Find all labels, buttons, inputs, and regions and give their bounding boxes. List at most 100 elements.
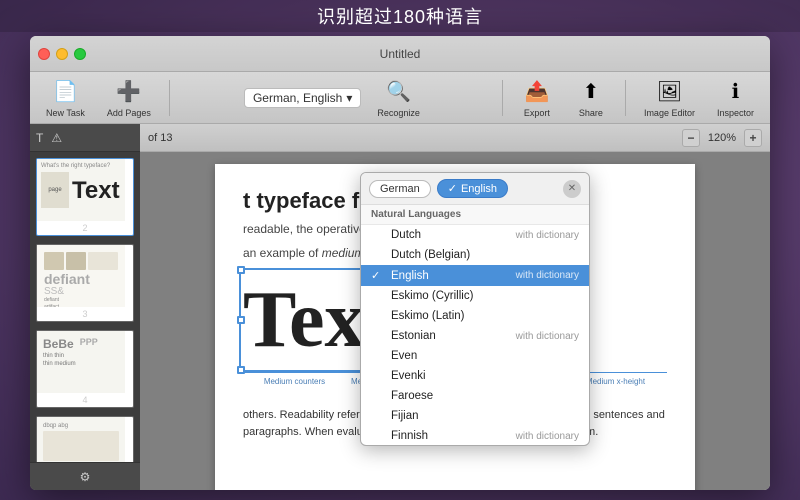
english-dict: with dictionary [516, 270, 579, 281]
sidebar-toolbar: T ⚠ [30, 124, 140, 152]
recognize-icon: 🔍 [385, 78, 413, 106]
lang-estonian[interactable]: Estonian with dictionary [361, 326, 589, 346]
sidebar-text-icon[interactable]: T [36, 131, 43, 145]
english-label: English [391, 270, 510, 282]
sidebar: T ⚠ What's the right typeface? page [30, 124, 140, 490]
image-editor-icon: 🖼 [655, 78, 683, 106]
lang-english[interactable]: ✓ English with dictionary [361, 265, 589, 286]
lang-dutch-belgian[interactable]: Dutch (Belgian) [361, 245, 589, 265]
sidebar-pages: What's the right typeface? page Text [30, 152, 140, 462]
add-pages-label: Add Pages [107, 108, 151, 118]
finnish-label: Finnish [391, 430, 510, 442]
titlebar: Untitled [30, 36, 770, 72]
zoom-controls: − 120% + [682, 129, 762, 147]
toolbar-center: German, English ▾ 🔍 Recognize [180, 74, 492, 122]
lang-fijian[interactable]: Fijian [361, 406, 589, 426]
english-pill[interactable]: ✓ English [437, 179, 508, 198]
toolbar-separator-2 [502, 80, 503, 116]
lang-finnish[interactable]: Finnish with dictionary [361, 426, 589, 445]
dutch-belgian-label: Dutch (Belgian) [391, 249, 573, 261]
sidebar-page-1[interactable]: What's the right typeface? page Text [36, 158, 134, 236]
image-editor-button[interactable]: 🖼 Image Editor [636, 74, 703, 122]
faroese-label: Faroese [391, 390, 573, 402]
page-thumb-1: What's the right typeface? page Text [37, 159, 125, 221]
page-thumb-3: BeBe PPP thin thinthin medium [37, 331, 125, 393]
english-check: ✓ [371, 269, 385, 282]
eskimo-cyrillic-label: Eskimo (Cyrillic) [391, 290, 573, 302]
inspector-button[interactable]: ℹ Inspector [709, 74, 762, 122]
evenki-label: Evenki [391, 370, 573, 382]
sidebar-settings-icon[interactable]: ⚙ [80, 470, 91, 484]
sidebar-image-icon[interactable]: ⚠ [51, 131, 62, 145]
sidebar-page-4[interactable]: dbqp abg [36, 416, 134, 462]
even-label: Even [391, 350, 573, 362]
image-editor-label: Image Editor [644, 108, 695, 118]
sidebar-page-2[interactable]: defiant SS& defiantartifact 3 [36, 244, 134, 322]
dropdown-close-button[interactable]: ✕ [563, 180, 581, 198]
maximize-button[interactable] [74, 48, 86, 60]
recognize-button[interactable]: 🔍 Recognize [369, 74, 428, 122]
share-label: Share [579, 108, 603, 118]
banner-text: 识别超过180种语言 [317, 3, 483, 29]
add-pages-button[interactable]: ➕ Add Pages [99, 74, 159, 122]
dutch-dict: with dictionary [516, 230, 579, 241]
sidebar-page-3[interactable]: BeBe PPP thin thinthin medium 4 [36, 330, 134, 408]
app-window: Untitled 📄 New Task ➕ Add Pages German, … [30, 36, 770, 490]
toolbar-separator-1 [169, 80, 170, 116]
dropdown-list: Dutch with dictionary Dutch (Belgian) ✓ … [361, 225, 589, 445]
new-task-icon: 📄 [51, 78, 79, 106]
sidebar-bottom: ⚙ [30, 462, 140, 490]
language-select-value: German, English [253, 91, 342, 105]
lang-dutch[interactable]: Dutch with dictionary [361, 225, 589, 245]
handle-tl[interactable] [237, 266, 245, 274]
toolbar-right: 📤 Export ⬆ Share 🖼 Image Editor ℹ Inspec… [498, 74, 762, 122]
german-pill[interactable]: German [369, 180, 431, 198]
recognize-label: Recognize [377, 108, 420, 118]
doc-toolbar: of 13 − 120% + [140, 124, 770, 152]
zoom-out-button[interactable]: − [682, 129, 700, 147]
lang-eskimo-latin[interactable]: Eskimo (Latin) [361, 306, 589, 326]
page-indicator: of 13 [148, 132, 172, 144]
german-pill-label: German [380, 183, 420, 195]
export-label: Export [524, 108, 550, 118]
language-select-arrow: ▾ [346, 91, 352, 105]
page-thumb-2: defiant SS& defiantartifact [37, 245, 125, 307]
dutch-label: Dutch [391, 229, 510, 241]
window-title: Untitled [380, 47, 421, 61]
traffic-lights [38, 48, 86, 60]
minimize-button[interactable] [56, 48, 68, 60]
english-pill-label: English [461, 183, 497, 195]
lang-even[interactable]: Even [361, 346, 589, 366]
eskimo-latin-label: Eskimo (Latin) [391, 310, 573, 322]
top-banner: 识别超过180种语言 [0, 0, 800, 32]
export-icon: 📤 [523, 78, 551, 106]
new-task-label: New Task [46, 108, 85, 118]
zoom-value: 120% [704, 132, 740, 144]
language-dropdown: German ✓ English ✕ Natural Languages Dut… [360, 172, 590, 446]
lang-evenki[interactable]: Evenki [361, 366, 589, 386]
zoom-in-button[interactable]: + [744, 129, 762, 147]
toolbar-separator-3 [625, 80, 626, 116]
fijian-label: Fijian [391, 410, 573, 422]
new-task-button[interactable]: 📄 New Task [38, 74, 93, 122]
lang-eskimo-cyrillic[interactable]: Eskimo (Cyrillic) [361, 286, 589, 306]
close-button[interactable] [38, 48, 50, 60]
lang-faroese[interactable]: Faroese [361, 386, 589, 406]
estonian-dict: with dictionary [516, 331, 579, 342]
inspector-label: Inspector [717, 108, 754, 118]
finnish-dict: with dictionary [516, 431, 579, 442]
inspector-icon: ℹ [721, 78, 749, 106]
dropdown-search-row: German ✓ English ✕ [361, 173, 589, 205]
share-icon: ⬆ [577, 78, 605, 106]
main-area: T ⚠ What's the right typeface? page [30, 124, 770, 490]
share-button[interactable]: ⬆ Share [567, 74, 615, 122]
page-thumb-4: dbqp abg [37, 417, 125, 462]
language-select[interactable]: German, English ▾ [244, 88, 361, 108]
annotation-counters: Medium counters [243, 377, 346, 396]
export-button[interactable]: 📤 Export [513, 74, 561, 122]
toolbar: 📄 New Task ➕ Add Pages German, English ▾… [30, 72, 770, 124]
doc-area: of 13 − 120% + t typeface for text? read… [140, 124, 770, 490]
dropdown-section-label: Natural Languages [361, 205, 589, 225]
add-pages-icon: ➕ [115, 78, 143, 106]
english-pill-check: ✓ [448, 182, 457, 195]
